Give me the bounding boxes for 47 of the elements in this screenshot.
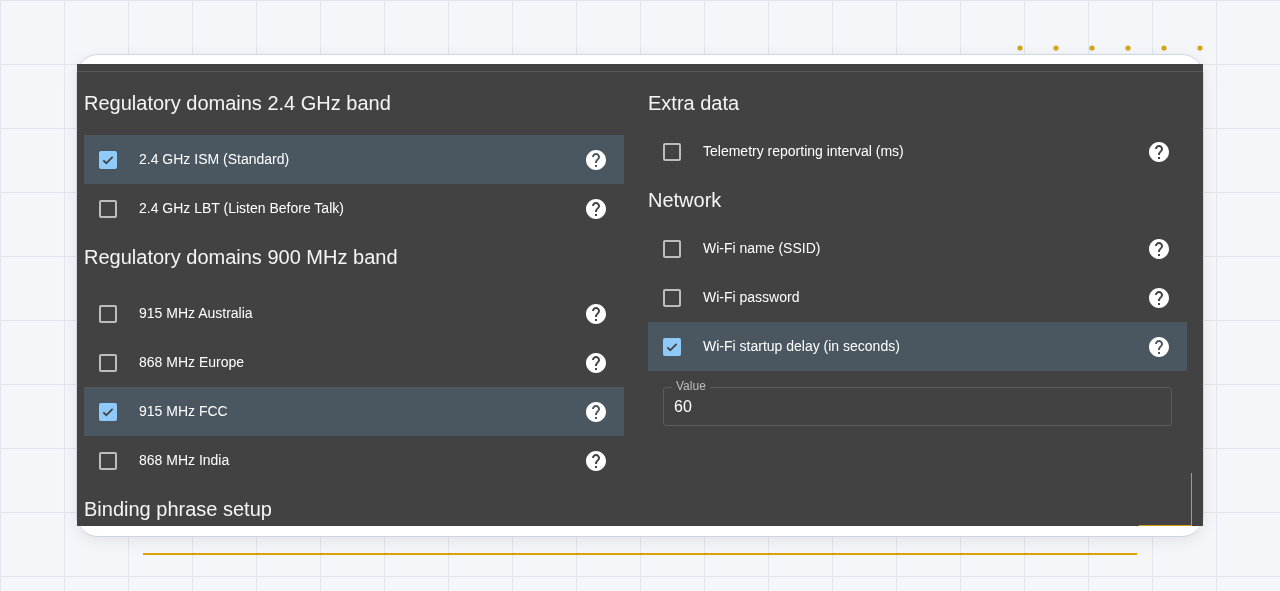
section-heading: Extra data bbox=[648, 91, 740, 116]
option-row[interactable]: Wi-Fi startup delay (in seconds) bbox=[648, 322, 1187, 371]
option-row[interactable]: 2.4 GHz LBT (Listen Before Talk) bbox=[84, 184, 624, 233]
help-icon[interactable] bbox=[1147, 334, 1171, 359]
checkbox[interactable] bbox=[99, 150, 117, 169]
help-icon[interactable] bbox=[1147, 285, 1171, 310]
section-heading: Regulatory domains 2.4 GHz band bbox=[84, 91, 391, 116]
field-value: 60 bbox=[674, 396, 692, 417]
checkbox[interactable] bbox=[99, 402, 117, 421]
option-label: 868 MHz India bbox=[139, 451, 231, 470]
option-label: Wi-Fi startup delay (in seconds) bbox=[703, 337, 901, 356]
checkbox[interactable] bbox=[99, 451, 117, 470]
option-row[interactable]: 915 MHz FCC bbox=[84, 387, 624, 436]
option-row[interactable]: Wi-Fi name (SSID) bbox=[648, 224, 1187, 273]
help-icon[interactable] bbox=[584, 301, 608, 326]
help-icon[interactable] bbox=[584, 196, 608, 221]
option-label: 2.4 GHz LBT (Listen Before Talk) bbox=[139, 199, 345, 218]
help-icon[interactable] bbox=[584, 399, 608, 424]
option-row[interactable]: 868 MHz India bbox=[84, 436, 624, 485]
option-row[interactable]: Wi-Fi password bbox=[648, 273, 1187, 322]
checkbox[interactable] bbox=[663, 142, 681, 161]
help-icon[interactable] bbox=[584, 448, 608, 473]
section-heading: Regulatory domains 900 MHz band bbox=[84, 245, 398, 270]
checkbox[interactable] bbox=[663, 239, 681, 258]
option-row[interactable]: 2.4 GHz ISM (Standard) bbox=[84, 135, 624, 184]
checkbox[interactable] bbox=[663, 337, 681, 356]
checkbox[interactable] bbox=[663, 288, 681, 307]
help-icon[interactable] bbox=[584, 147, 608, 172]
help-icon[interactable] bbox=[584, 350, 608, 375]
checkbox[interactable] bbox=[99, 353, 117, 372]
section-heading: Binding phrase setup bbox=[84, 497, 272, 522]
help-icon[interactable] bbox=[1147, 139, 1171, 164]
checkbox[interactable] bbox=[99, 304, 117, 323]
option-label: Wi-Fi password bbox=[703, 288, 801, 307]
option-row[interactable]: 868 MHz Europe bbox=[84, 338, 624, 387]
option-label: 915 MHz Australia bbox=[139, 304, 254, 323]
option-row[interactable]: Telemetry reporting interval (ms) bbox=[648, 127, 1187, 176]
option-label: 868 MHz Europe bbox=[139, 353, 246, 372]
accent-corner bbox=[1139, 473, 1192, 526]
option-label: 915 MHz FCC bbox=[139, 402, 229, 421]
option-label: Telemetry reporting interval (ms) bbox=[703, 142, 905, 161]
option-label: 2.4 GHz ISM (Standard) bbox=[139, 150, 291, 169]
help-icon[interactable] bbox=[1147, 236, 1171, 261]
section-heading: Network bbox=[648, 188, 722, 213]
checkbox[interactable] bbox=[99, 199, 117, 218]
option-label: Wi-Fi name (SSID) bbox=[703, 239, 822, 258]
option-row[interactable]: 915 MHz Australia bbox=[84, 289, 624, 338]
